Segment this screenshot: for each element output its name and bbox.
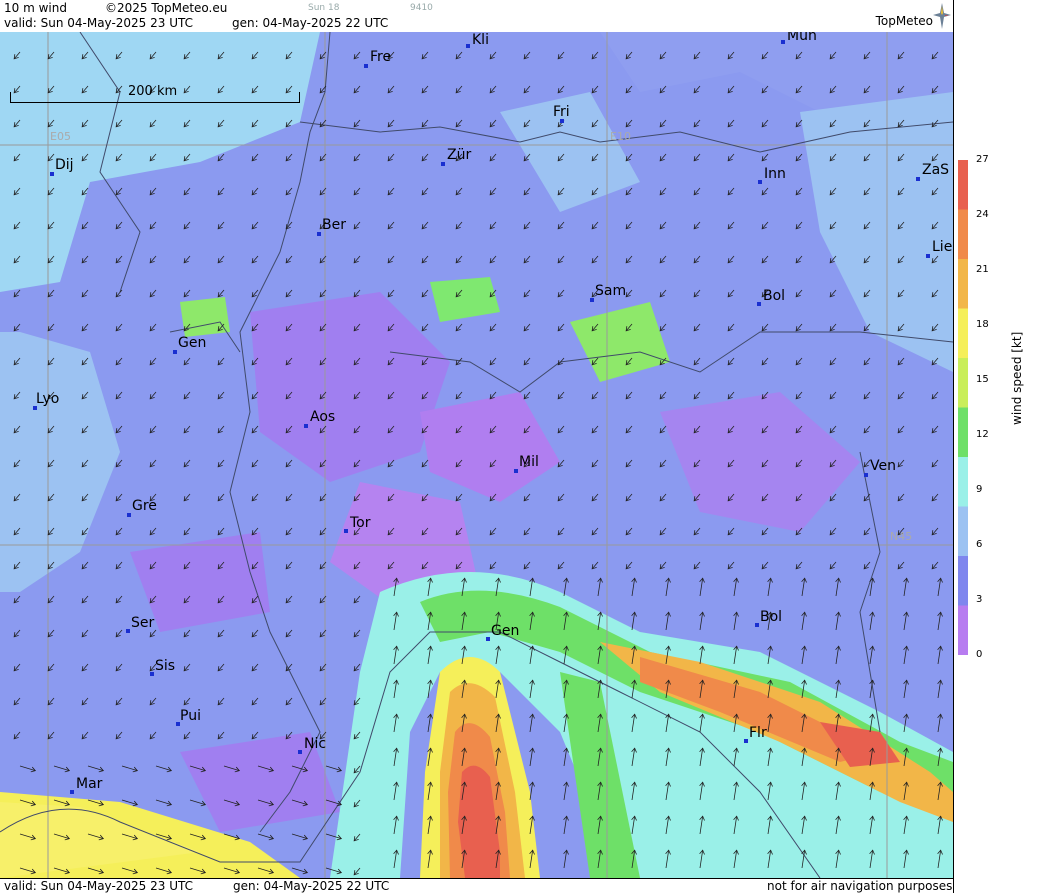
legend-color-band [958, 358, 968, 408]
city-marker [486, 637, 490, 641]
gen-time: gen: 04-May-2025 22 UTC [232, 16, 389, 30]
city-label[interactable]: Bol [763, 288, 785, 304]
city-label[interactable]: Flr [749, 725, 767, 741]
city-label[interactable]: Ber [322, 217, 346, 233]
wind-legend: 27 24 21 18 15 12 9 6 3 0 [953, 0, 1045, 893]
city-marker [757, 302, 761, 306]
legend-color-band [958, 457, 968, 507]
legend-color-band [958, 605, 968, 655]
legend-color-band [958, 407, 968, 458]
city-label[interactable]: Kli [472, 32, 489, 48]
legend-tick-label: 18 [976, 319, 989, 330]
legend-color-band [958, 506, 968, 557]
legend-color-band [958, 160, 968, 210]
city-marker [758, 180, 762, 184]
copyright-text: ©2025 TopMeteo.eu [105, 1, 228, 15]
city-label[interactable]: Sis [155, 658, 175, 674]
city-label[interactable]: Aos [310, 409, 335, 425]
city-label[interactable]: Mün [787, 32, 817, 44]
city-label[interactable]: Gen [178, 335, 206, 351]
city-marker [150, 672, 154, 676]
city-marker [344, 529, 348, 533]
city-marker [466, 44, 470, 48]
city-marker [916, 177, 920, 181]
city-marker [317, 232, 321, 236]
city-label[interactable]: Gre [132, 498, 157, 514]
city-label[interactable]: Mar [76, 776, 102, 792]
code-label: 9410 [410, 3, 433, 13]
city-marker [304, 424, 308, 428]
brand-star-icon [933, 3, 951, 29]
city-marker [126, 629, 130, 633]
footer-valid: valid: Sun 04-May-2025 23 UTC [4, 879, 193, 893]
city-label[interactable]: Ven [870, 458, 896, 474]
city-label[interactable]: Fre [370, 49, 391, 65]
city-label[interactable]: Mil [519, 454, 539, 470]
legend-tick-label: 24 [976, 209, 989, 220]
city-label[interactable]: Ser [131, 615, 154, 631]
city-label[interactable]: Pui [180, 708, 201, 724]
day-label: Sun 18 [308, 3, 340, 13]
city-label[interactable]: Tor [350, 515, 371, 531]
city-label[interactable]: ZaS [922, 162, 949, 178]
legend-color-band [958, 209, 968, 260]
city-label[interactable]: Fri [553, 104, 570, 120]
city-label[interactable]: Zür [447, 147, 471, 163]
city-marker [755, 623, 759, 627]
city-marker [781, 40, 785, 44]
city-marker [127, 513, 131, 517]
wind-field [0, 32, 953, 878]
grid-label-n45: N45 [890, 530, 913, 543]
legend-tick-label: 0 [976, 649, 983, 660]
city-label[interactable]: Inn [764, 166, 786, 182]
legend-colorbar [958, 160, 968, 655]
city-marker [50, 172, 54, 176]
scale-label: 200 km [128, 84, 178, 99]
city-label[interactable]: Sam [595, 283, 626, 299]
legend-title: wind speed [kt] [1010, 331, 1024, 425]
legend-color-band [958, 259, 968, 309]
legend-tick-label: 6 [976, 539, 983, 550]
legend-color-band [958, 308, 968, 359]
city-marker [173, 350, 177, 354]
map-header: 10 m wind ©2025 TopMeteo.eu Sun 18 9410 … [0, 0, 953, 33]
city-label[interactable]: Lie [932, 239, 952, 255]
legend-tick-label: 21 [976, 264, 989, 275]
legend-tick-label: 27 [976, 154, 989, 165]
valid-time: valid: Sun 04-May-2025 23 UTC [4, 16, 193, 30]
city-label[interactable]: Nic [304, 736, 326, 752]
city-marker [926, 254, 930, 258]
city-marker [298, 750, 302, 754]
wind-map[interactable]: 200 km E05 E10 N45 Kli Mün Fre Fri Dij Z… [0, 32, 953, 878]
legend-tick-label: 12 [976, 429, 989, 440]
city-marker [590, 298, 594, 302]
grid-label-e05: E05 [50, 130, 71, 143]
footer-gen: gen: 04-May-2025 22 UTC [233, 879, 390, 893]
grid-label-e10: E10 [610, 130, 631, 143]
map-footer: valid: Sun 04-May-2025 23 UTC gen: 04-Ma… [0, 878, 953, 894]
city-label[interactable]: Gen [491, 623, 519, 639]
city-label[interactable]: Bol [760, 609, 782, 625]
city-marker [364, 64, 368, 68]
city-label[interactable]: Lyo [36, 391, 59, 407]
legend-color-band [958, 556, 968, 606]
city-marker [441, 162, 445, 166]
city-marker [744, 739, 748, 743]
city-marker [70, 790, 74, 794]
legend-tick-label: 9 [976, 484, 983, 495]
city-marker [864, 473, 868, 477]
city-marker [514, 469, 518, 473]
legend-tick-label: 3 [976, 594, 983, 605]
city-label[interactable]: Dij [55, 157, 74, 173]
brand-logo-text: TopMeteo [875, 14, 933, 28]
footer-disclaimer: not for air navigation purposes [767, 879, 953, 893]
product-title: 10 m wind [4, 1, 67, 15]
legend-tick-label: 15 [976, 374, 989, 385]
